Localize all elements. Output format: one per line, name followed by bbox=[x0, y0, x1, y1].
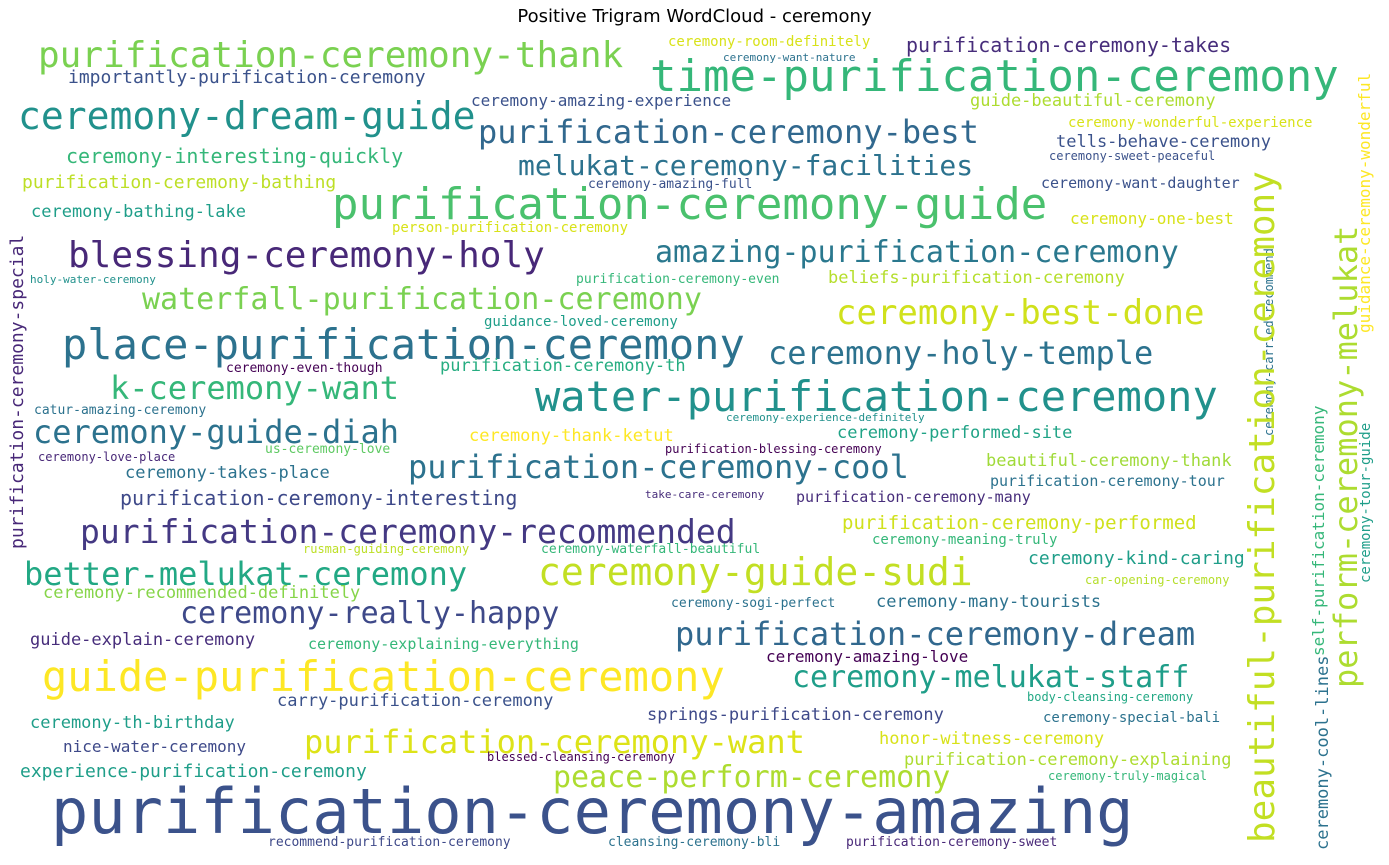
word-cloud-term: amazing-purification-ceremony bbox=[655, 235, 1179, 270]
word-cloud-term: k-ceremony-want bbox=[110, 369, 399, 407]
word-cloud-term: ceremony-tour-guide bbox=[1358, 422, 1374, 583]
word-cloud-term: purification-ceremony-performed bbox=[842, 512, 1197, 534]
word-cloud-term: ceremony-amazing-experience bbox=[471, 91, 732, 110]
word-cloud-term: honor-witness-ceremony bbox=[879, 729, 1105, 749]
word-cloud-term: ceremony-want-daughter bbox=[1041, 174, 1240, 192]
word-cloud-term: take-care-ceremony bbox=[645, 488, 765, 501]
word-cloud-term: guidance-ceremony-wonderful bbox=[1355, 72, 1374, 333]
word-cloud-term: person-purification-ceremony bbox=[392, 220, 629, 236]
word-cloud-term: ceremony-holy-temple bbox=[768, 334, 1154, 372]
word-cloud-term: purification-ceremony-tour bbox=[990, 472, 1225, 490]
word-cloud-term: self-purification-ceremony bbox=[1309, 405, 1328, 656]
word-cloud-term: ceremony-guide-sudi bbox=[538, 550, 973, 594]
word-cloud-term: beliefs-purification-ceremony bbox=[828, 268, 1125, 288]
word-cloud-term: body-cleansing-ceremony bbox=[1027, 690, 1194, 704]
word-cloud-term: melukat-ceremony-facilities bbox=[518, 149, 974, 182]
word-cloud-term: purification-ceremony-sweet bbox=[846, 835, 1058, 850]
word-cloud-term: rusman-guiding-ceremony bbox=[303, 542, 470, 556]
word-cloud-term: importantly-purification-ceremony bbox=[68, 67, 426, 88]
word-cloud-term: purification-ceremony-special bbox=[7, 234, 28, 549]
word-cloud-term: purification-ceremony-amazing bbox=[51, 775, 1134, 848]
word-cloud-term: us-ceremony-love bbox=[265, 442, 391, 457]
word-cloud-term: ceremony-performed-site bbox=[837, 423, 1073, 443]
word-cloud-term: purification-ceremony-many bbox=[796, 488, 1031, 506]
word-cloud-term: ceremony-bathing-lake bbox=[31, 202, 246, 222]
word-cloud-term: ceremony-love-place bbox=[38, 450, 176, 464]
word-cloud-term: guide-beautiful-ceremony bbox=[970, 91, 1216, 111]
word-cloud-term: purification-ceremony-interesting bbox=[120, 486, 518, 510]
word-cloud-term: ceremony-special-bali bbox=[1043, 710, 1221, 726]
word-cloud-term: blessing-ceremony-holy bbox=[68, 235, 545, 276]
word-cloud-term: ceremony-many-tourists bbox=[876, 592, 1102, 612]
word-cloud-term: ceremony-experience-definitely bbox=[726, 411, 925, 424]
word-cloud-term: ceremony-dream-guide bbox=[18, 94, 476, 138]
word-cloud: purification-ceremony-thank ceremony-room… bbox=[7, 32, 1380, 862]
word-cloud-term: ceremony-melukat-staff bbox=[792, 660, 1190, 695]
word-cloud-term: waterfall-purification-ceremony bbox=[142, 282, 702, 317]
word-cloud-term: car-opening-ceremony bbox=[1085, 573, 1230, 587]
word-cloud-term: ceremony-sweet-peaceful bbox=[1049, 149, 1216, 163]
word-cloud-term: ceremony-thank-ketut bbox=[469, 426, 674, 446]
word-cloud-term: purification-ceremony-bathing bbox=[22, 172, 337, 193]
word-cloud-term: ceremony-really-happy bbox=[180, 596, 560, 631]
word-cloud-term: beautiful-ceremony-thank bbox=[986, 451, 1232, 471]
word-cloud-term: beautiful-purification-ceremony bbox=[1242, 171, 1283, 843]
word-cloud-term: ceremony-room-definitely bbox=[668, 34, 871, 50]
word-cloud-term: ceremony-takes-place bbox=[125, 463, 330, 483]
word-cloud-term: recommend-purification-ceremony bbox=[268, 835, 511, 850]
word-cloud-term: purification-ceremony-cool bbox=[408, 448, 909, 486]
word-cloud-term: carry-purification-ceremony bbox=[277, 691, 554, 711]
word-cloud-term: cleansing-ceremony-bli bbox=[608, 835, 781, 850]
word-cloud-term: ceremony-one-best bbox=[1070, 209, 1234, 228]
word-cloud-term: ceremony-kind-caring bbox=[1028, 548, 1245, 569]
word-cloud-term: purification-ceremony-best bbox=[478, 113, 979, 151]
word-cloud-term: holy-water-ceremony bbox=[30, 273, 156, 286]
word-cloud-term: ceremony-interesting-quickly bbox=[66, 144, 404, 168]
word-cloud-term: ceremony-best-done bbox=[836, 293, 1205, 333]
word-cloud-term: ceremony-wonderful-experience bbox=[1068, 115, 1313, 131]
word-cloud-term: ceremony-meaning-truly bbox=[872, 532, 1058, 548]
word-cloud-term: springs-purification-ceremony bbox=[647, 705, 944, 725]
word-cloud-term: guide-explain-ceremony bbox=[30, 630, 256, 650]
word-cloud-term: ceremony-th-birthday bbox=[30, 713, 235, 733]
word-cloud-term: ceremony-sogi-perfect bbox=[671, 596, 836, 611]
word-cloud-term: purification-ceremony-explaining bbox=[904, 750, 1232, 770]
word-cloud-term: ceremony-explaining-everything bbox=[308, 635, 579, 653]
word-cloud-term: purification-ceremony-dream bbox=[675, 615, 1196, 653]
chart-title: Positive Trigram WordCloud - ceremony bbox=[517, 6, 872, 27]
word-cloud-term: nice-water-ceremony bbox=[63, 737, 247, 756]
